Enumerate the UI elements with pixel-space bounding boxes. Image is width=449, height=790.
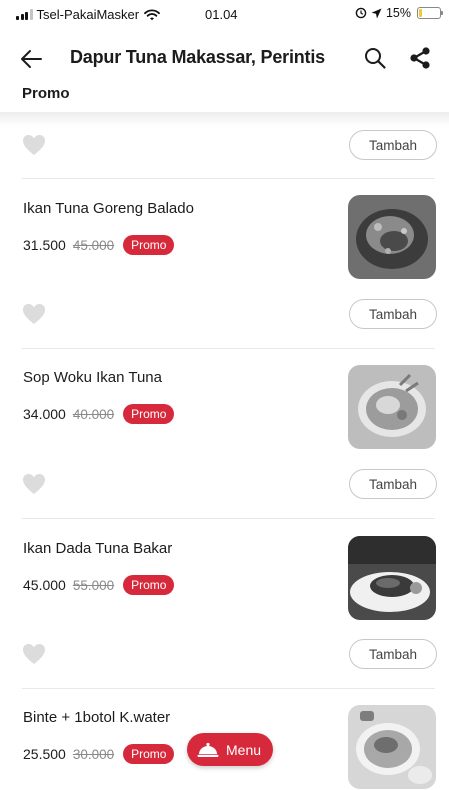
promo-badge: Promo [123,744,175,764]
menu-item-name: Binte + 1botol K.water [23,709,171,726]
promo-badge: Promo [123,404,175,424]
menu-label: Menu [226,741,262,758]
promo-price: 45.000 [23,577,66,593]
price-row: 31.500 45.000 Promo [23,235,175,255]
original-price: 40.000 [72,406,115,422]
tuna-balado-photo[interactable] [348,195,436,279]
status-right: 15% [355,6,443,20]
battery-level [419,9,422,17]
battery-percent: 15% [385,6,411,20]
status-bar: Tsel-PakaiMasker 01.04 15% [0,0,449,30]
promo-price: 25.500 [23,746,66,762]
promo-badge: Promo [123,235,175,255]
share-icon[interactable] [408,46,432,70]
add-button[interactable]: Tambah [349,469,437,499]
tuna-soup-photo[interactable] [348,365,436,449]
divider [22,518,435,519]
carrier-name: Tsel-PakaiMasker [36,7,140,22]
price-row: 34.000 40.000 Promo [23,404,175,424]
page-title: Dapur Tuna Makassar, Perintis [70,47,325,67]
wifi-icon [144,8,160,20]
location-arrow-icon [371,8,382,18]
add-button[interactable]: Tambah [349,130,437,160]
favorite-heart-icon[interactable] [22,303,46,325]
status-time: 01.04 [205,7,238,22]
section-title: Promo [22,85,70,102]
favorite-heart-icon[interactable] [22,643,46,665]
favorite-heart-icon[interactable] [22,134,46,156]
status-left: Tsel-PakaiMasker [16,7,160,22]
promo-badge: Promo [123,575,175,595]
cloche-icon [197,742,219,757]
menu-item-name: Ikan Dada Tuna Bakar [23,540,173,557]
price-row: 25.500 30.000 Promo [23,744,175,764]
original-price: 45.000 [72,237,115,253]
grilled-tuna-photo[interactable] [348,536,436,620]
original-price: 55.000 [72,577,115,593]
alarm-icon [355,7,367,19]
add-button[interactable]: Tambah [349,639,437,669]
section-divider [0,112,449,126]
menu-item-name: Sop Woku Ikan Tuna [23,369,162,386]
promo-price: 34.000 [23,406,66,422]
menu-item-name: Ikan Tuna Goreng Balado [23,200,194,217]
original-price: 30.000 [72,746,115,762]
battery-icon [417,7,443,19]
promo-price: 31.500 [23,237,66,253]
divider [22,178,435,179]
back-arrow-icon[interactable] [20,49,42,69]
favorite-heart-icon[interactable] [22,473,46,495]
app-header: Dapur Tuna Makassar, Perintis [0,30,449,88]
divider [22,688,435,689]
menu-fab-button[interactable]: Menu [187,733,273,766]
divider [22,348,435,349]
binte-photo[interactable] [348,705,436,789]
signal-icon [16,9,33,20]
add-button[interactable]: Tambah [349,299,437,329]
price-row: 45.000 55.000 Promo [23,575,175,595]
search-icon[interactable] [363,46,387,70]
